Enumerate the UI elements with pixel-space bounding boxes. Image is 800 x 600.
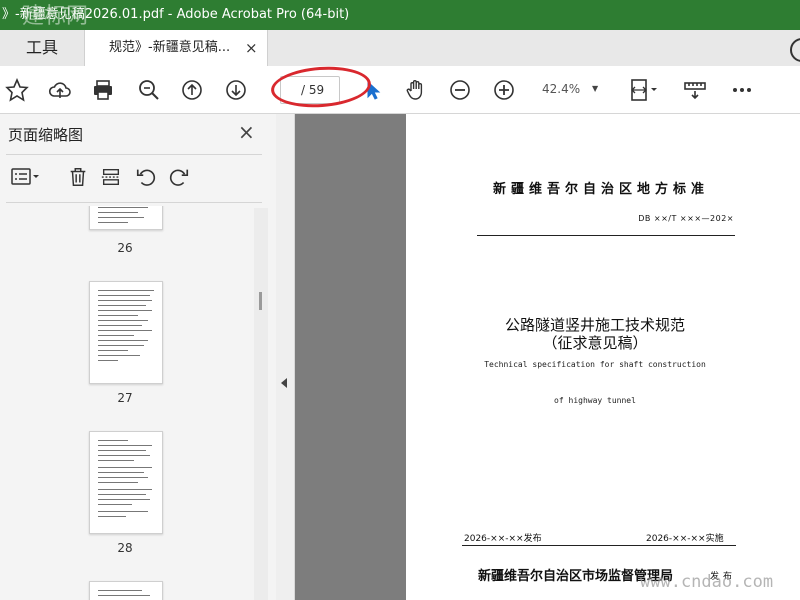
zoom-in-icon[interactable] [490, 76, 518, 104]
divider [6, 202, 262, 203]
previous-page-icon[interactable] [178, 76, 206, 104]
delete-page-icon[interactable] [65, 164, 91, 190]
zoom-dropdown-icon[interactable]: ▼ [592, 77, 598, 101]
hand-tool-icon[interactable] [402, 76, 430, 104]
tab-document-label: 规范》-新疆意见稿... [109, 40, 231, 55]
main-toolbar [0, 66, 800, 114]
panel-toolbar [0, 158, 276, 198]
standard-header: 新疆维吾尔自治区地方标准 [492, 182, 709, 197]
panel-title: 页面缩略图 [8, 126, 84, 144]
page-thumbnail[interactable] [89, 281, 163, 384]
thumbnail-scrollbar[interactable] [254, 208, 268, 600]
english-title-line1: Technical specification for shaft constr… [484, 360, 706, 369]
footer-rule [462, 545, 736, 546]
panel-collapse-handle[interactable] [276, 114, 295, 600]
issue-word: 发布 [710, 572, 737, 582]
document-subtitle: （征求意见稿） [542, 334, 648, 352]
issuing-authority: 新疆维吾尔自治区市场监督管理局 [478, 569, 674, 584]
zoom-select[interactable]: 42.4% ▼ [534, 77, 606, 101]
publish-date: 2026-××-××发布 [464, 534, 542, 544]
thumbnail-page-number: 27 [117, 391, 133, 405]
more-options-icon[interactable] [728, 76, 756, 104]
rotate-right-icon[interactable] [166, 164, 192, 190]
divider [6, 154, 262, 155]
page-thumbnails-panel: 页面缩略图 × 26 27 28 [0, 114, 277, 600]
upload-cloud-icon[interactable] [46, 76, 74, 104]
tab-document[interactable]: 规范》-新疆意见稿... × [84, 30, 268, 67]
fit-page-icon[interactable] [626, 76, 662, 104]
thumbnail-options-icon[interactable] [6, 164, 44, 190]
thumbnail-list: 26 27 28 [0, 206, 254, 600]
zoom-out-icon[interactable] [446, 76, 474, 104]
zoom-value: 42.4% [542, 82, 581, 96]
header-rule [477, 235, 735, 236]
next-page-icon[interactable] [222, 76, 250, 104]
page-thumbnail[interactable] [89, 581, 163, 600]
thumbnail-page-number: 26 [117, 241, 133, 255]
english-title-line2: of highway tunnel [554, 396, 636, 405]
panel-close-icon[interactable]: × [238, 120, 255, 144]
implement-date: 2026-××-××实施 [646, 534, 724, 544]
rotate-left-icon[interactable] [133, 164, 159, 190]
extract-page-icon[interactable] [98, 164, 124, 190]
scrollbar-thumb[interactable] [259, 292, 262, 310]
bookmark-star-icon[interactable] [3, 76, 31, 104]
page-thumbnail[interactable] [89, 206, 163, 230]
zoom-search-icon[interactable] [135, 76, 163, 104]
page-thumbnail[interactable] [89, 431, 163, 534]
thumbnail-page-number: 28 [117, 541, 133, 555]
standard-code: DB ××/T ×××—202× [638, 214, 734, 223]
print-icon[interactable] [89, 76, 117, 104]
tab-bar: 工具 规范》-新疆意见稿... × [0, 30, 800, 67]
tab-close-icon[interactable]: × [245, 30, 258, 66]
collapse-arrow-icon[interactable] [281, 378, 287, 388]
window-title: 》-新疆意见稿2026.01.pdf - Adobe Acrobat Pro (… [2, 7, 350, 22]
window-titlebar: 》-新疆意见稿2026.01.pdf - Adobe Acrobat Pro (… [0, 0, 800, 30]
tab-tools[interactable]: 工具 [0, 30, 84, 66]
read-mode-icon[interactable] [681, 76, 709, 104]
help-icon[interactable] [790, 38, 800, 62]
